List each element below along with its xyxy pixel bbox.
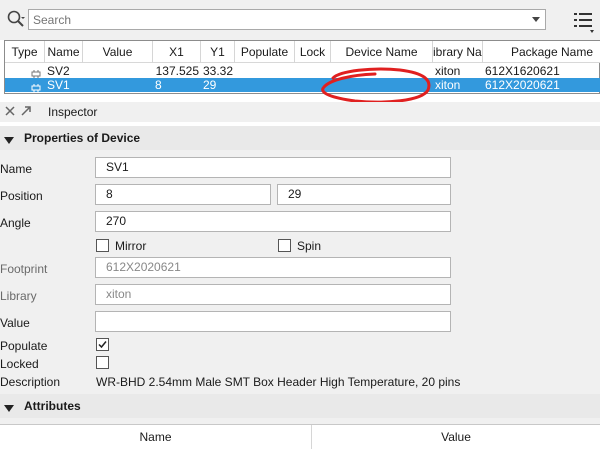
spin-checkbox[interactable] [278, 239, 291, 252]
search-icon[interactable] [6, 9, 26, 29]
list-menu-icon[interactable] [572, 11, 596, 35]
column-header-y1[interactable]: Y1 [201, 41, 235, 63]
angle-field[interactable]: 270 [95, 211, 451, 232]
row-library: xiton [435, 64, 461, 78]
library-field: xiton [95, 284, 451, 305]
row-y1: 33.32 [203, 64, 234, 78]
name-field[interactable]: SV1 [95, 157, 451, 178]
column-header-value[interactable]: Value [83, 41, 153, 63]
column-header-name[interactable]: Name [45, 41, 83, 63]
collapse-triangle-icon[interactable] [4, 402, 14, 412]
position-label: Position [0, 189, 43, 203]
column-header-type[interactable]: Type [5, 41, 45, 63]
row-name: SV1 [47, 78, 70, 92]
mirror-checkbox[interactable] [96, 239, 109, 252]
populate-checkbox[interactable] [96, 338, 109, 351]
name-label: Name [0, 162, 33, 176]
row-library: xiton [435, 78, 461, 92]
footprint-field: 612X2020621 [95, 257, 451, 278]
column-header-device-name[interactable]: Device Name [331, 41, 433, 63]
attributes-table: Name Value [0, 424, 600, 475]
mirror-label: Mirror [115, 239, 147, 253]
library-label: Library [0, 289, 37, 303]
component-icon [31, 81, 41, 92]
checkmark-icon [98, 341, 107, 349]
position-y-field[interactable]: 29 [277, 184, 451, 205]
column-header-library-name[interactable]: ibrary Nar [433, 41, 483, 63]
properties-section-title: Properties of Device [24, 131, 141, 145]
angle-label: Angle [0, 216, 31, 230]
dropdown-arrow-icon[interactable] [530, 13, 542, 26]
search-field[interactable] [28, 9, 546, 30]
column-header-package-name[interactable]: Package Name [483, 41, 600, 63]
attributes-panel: Name Value [0, 418, 600, 475]
attributes-column-value[interactable]: Value [312, 425, 600, 449]
row-x1: 137.525 [155, 64, 199, 78]
close-icon[interactable] [4, 105, 16, 117]
parts-table: Type Name Value X1 Y1 Populate Lock Devi… [4, 40, 600, 94]
table-header: Type Name Value X1 Y1 Populate Lock Devi… [5, 41, 600, 63]
spin-label: Spin [297, 239, 322, 253]
row-name: SV2 [47, 64, 70, 78]
attributes-section-header[interactable]: Attributes [0, 394, 600, 418]
inspector-title: Inspector [48, 105, 98, 119]
column-header-lock[interactable]: Lock [295, 41, 331, 63]
row-x1: 8 [155, 78, 162, 92]
search-toolbar [0, 0, 600, 40]
description-value: WR-BHD 2.54mm Male SMT Box Header High T… [96, 375, 461, 389]
table-row[interactable]: SV2 137.525 33.32 xiton 612X1620621 [5, 64, 600, 78]
row-y1: 29 [203, 78, 217, 92]
column-header-x1[interactable]: X1 [153, 41, 201, 63]
position-x-field[interactable]: 8 [95, 184, 271, 205]
properties-section-header[interactable]: Properties of Device [0, 126, 600, 150]
description-label: Description [0, 375, 61, 389]
value-field[interactable] [95, 311, 451, 332]
inspector-toolbar: Inspector [0, 102, 600, 122]
row-package: 612X1620621 [485, 64, 560, 78]
value-label: Value [0, 316, 30, 330]
column-header-populate[interactable]: Populate [235, 41, 295, 63]
pop-out-icon[interactable] [20, 105, 32, 117]
row-package: 612X2020621 [485, 78, 560, 92]
locked-checkbox[interactable] [96, 356, 109, 369]
search-input[interactable] [29, 10, 529, 29]
table-row-selected[interactable]: SV1 8 29 xiton 612X2020621 [5, 78, 600, 92]
component-icon [31, 67, 41, 78]
attributes-column-name[interactable]: Name [0, 425, 312, 449]
attributes-section-title: Attributes [24, 399, 81, 413]
footprint-label: Footprint [0, 262, 48, 276]
locked-label: Locked [0, 357, 39, 371]
populate-label: Populate [0, 339, 48, 353]
properties-panel: Name SV1 Position 8 29 Angle 270 Mirror … [0, 150, 600, 394]
collapse-triangle-icon[interactable] [4, 134, 14, 144]
